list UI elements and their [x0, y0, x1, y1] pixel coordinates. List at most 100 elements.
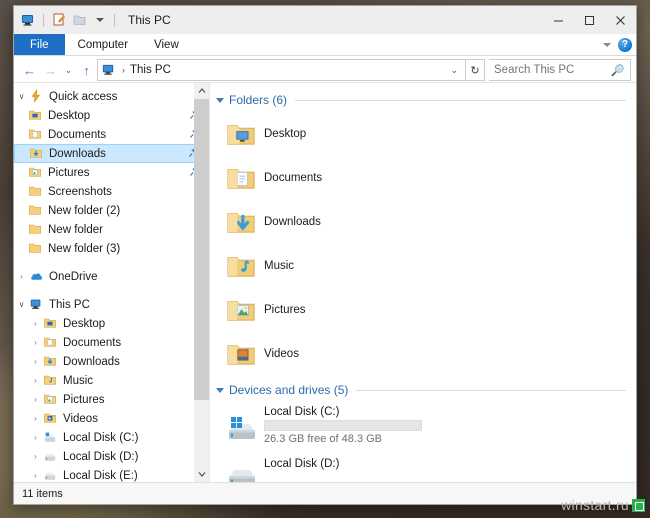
- folder-tile-downloads[interactable]: Downloads: [224, 201, 442, 243]
- back-button[interactable]: ←: [19, 59, 40, 81]
- up-button[interactable]: ↑: [76, 59, 97, 81]
- twisty-icon[interactable]: ›: [28, 433, 43, 442]
- refresh-button[interactable]: ↻: [466, 59, 485, 81]
- folder-tile-music[interactable]: Music: [224, 245, 442, 287]
- sidebar-item-quick-access[interactable]: ∨ Quick access: [14, 87, 209, 106]
- twisty-icon[interactable]: ›: [28, 357, 43, 366]
- sidebar-item-documents-qa[interactable]: Documents: [14, 125, 209, 144]
- sidebar-item-local-disk-d[interactable]: › Local Disk (D:): [14, 447, 209, 466]
- search-input[interactable]: [494, 64, 612, 76]
- minimize-button[interactable]: [543, 6, 574, 34]
- folder-pictures-icon: [224, 295, 258, 325]
- scrollbar-thumb[interactable]: [194, 99, 209, 400]
- folders-group-title: Folders (6): [229, 93, 288, 107]
- sidebar-item-new-folder-2[interactable]: New folder (2): [14, 201, 209, 220]
- navigation-scrollbar[interactable]: [194, 83, 209, 482]
- sidebar-item-this-pc[interactable]: ∨ This PC: [14, 295, 209, 314]
- nav-gap-1: [14, 258, 209, 267]
- sidebar-label: New folder (2): [48, 204, 121, 217]
- tab-file[interactable]: File: [14, 34, 65, 55]
- sidebar-label: Desktop: [48, 109, 91, 122]
- sidebar-item-desktop-qa[interactable]: Desktop: [14, 106, 209, 125]
- folder-documents-icon: [43, 335, 59, 351]
- drives-group-header[interactable]: Devices and drives (5): [210, 381, 636, 399]
- navigation-tree: ∨ Quick access Desktop Documents Downloa…: [14, 83, 209, 482]
- sidebar-item-new-folder[interactable]: New folder: [14, 220, 209, 239]
- maximize-button[interactable]: [574, 6, 605, 34]
- properties-icon[interactable]: [51, 12, 67, 28]
- recent-locations-button[interactable]: ⌄: [61, 59, 76, 81]
- window-title: This PC: [128, 13, 171, 27]
- folder-icon: [28, 241, 44, 257]
- forward-button[interactable]: →: [40, 59, 61, 81]
- this-pc-icon[interactable]: [20, 12, 36, 28]
- address-dropdown-caret-icon[interactable]: ⌄: [450, 65, 462, 76]
- drive-icon: [43, 468, 59, 483]
- folder-documents-icon: [28, 127, 44, 143]
- folder-tile-pictures[interactable]: Pictures: [224, 289, 442, 331]
- sidebar-item-documents-pc[interactable]: › Documents: [14, 333, 209, 352]
- sidebar-item-music[interactable]: › Music: [14, 371, 209, 390]
- sidebar-label: Pictures: [63, 393, 105, 406]
- sidebar-item-videos[interactable]: › Videos: [14, 409, 209, 428]
- close-button[interactable]: [605, 6, 636, 34]
- folder-icon: [28, 184, 44, 200]
- customize-qat-caret-icon[interactable]: [96, 18, 104, 22]
- twisty-icon[interactable]: ›: [28, 319, 43, 328]
- twisty-icon[interactable]: ›: [28, 471, 43, 480]
- sidebar-item-new-folder-3[interactable]: New folder (3): [14, 239, 209, 258]
- breadcrumb-this-pc-icon: [101, 62, 117, 78]
- address-bar[interactable]: › This PC ⌄: [97, 59, 466, 81]
- folders-tile-grid: Desktop Documents Downloads Music Pictur…: [210, 113, 636, 377]
- sidebar-label: Documents: [48, 128, 107, 141]
- search-icon[interactable]: 🔍: [611, 64, 625, 77]
- twisty-icon[interactable]: ›: [28, 338, 43, 347]
- drive-tile-local-disk-c[interactable]: Local Disk (C:) 26.3 GB free of 48.3 GB: [224, 403, 442, 445]
- tab-computer[interactable]: Computer: [65, 34, 142, 55]
- twisty-icon[interactable]: ∨: [14, 92, 29, 101]
- tab-view[interactable]: View: [141, 34, 192, 55]
- sidebar-item-downloads-qa[interactable]: Downloads: [14, 144, 209, 163]
- folder-pictures-icon: [28, 165, 44, 181]
- sidebar-item-desktop-pc[interactable]: › Desktop: [14, 314, 209, 333]
- search-box[interactable]: 🔍: [489, 59, 631, 81]
- sidebar-label: Local Disk (D:): [63, 450, 139, 463]
- capacity-bar: [264, 420, 422, 431]
- new-folder-icon[interactable]: [72, 12, 88, 28]
- sidebar-item-local-disk-e[interactable]: › Local Disk (E:): [14, 466, 209, 482]
- folder-documents-icon: [224, 163, 258, 193]
- twisty-icon[interactable]: ∨: [14, 300, 29, 309]
- drive-icon: [43, 449, 59, 465]
- folder-desktop-icon: [224, 119, 258, 149]
- twisty-icon[interactable]: ›: [14, 272, 29, 281]
- sidebar-item-pictures-qa[interactable]: Pictures: [14, 163, 209, 182]
- twisty-icon[interactable]: ›: [28, 376, 43, 385]
- scroll-down-arrow-icon[interactable]: [194, 466, 209, 482]
- drive-label: Local Disk (C:): [264, 406, 340, 418]
- chevron-down-icon[interactable]: [603, 43, 611, 47]
- folder-downloads-icon: [224, 207, 258, 237]
- twisty-icon[interactable]: ›: [28, 395, 43, 404]
- folder-tile-videos[interactable]: Videos: [224, 333, 442, 375]
- content-pane[interactable]: Folders (6) Desktop Documents Downloads …: [210, 83, 636, 482]
- breadcrumb-this-pc[interactable]: This PC: [130, 64, 171, 76]
- collapse-triangle-icon[interactable]: [216, 97, 224, 103]
- sidebar-item-local-disk-c[interactable]: › Local Disk (C:): [14, 428, 209, 447]
- collapse-triangle-icon[interactable]: [216, 387, 224, 393]
- twisty-icon[interactable]: ›: [28, 452, 43, 461]
- navigation-pane: ∨ Quick access Desktop Documents Downloa…: [14, 83, 210, 482]
- sidebar-item-pictures-pc[interactable]: › Pictures: [14, 390, 209, 409]
- folders-group-header[interactable]: Folders (6): [210, 91, 636, 109]
- help-icon[interactable]: ?: [618, 38, 632, 52]
- sidebar-item-downloads-pc[interactable]: › Downloads: [14, 352, 209, 371]
- sidebar-item-screenshots[interactable]: Screenshots: [14, 182, 209, 201]
- folder-downloads-icon: [29, 146, 45, 162]
- twisty-icon[interactable]: ›: [28, 414, 43, 423]
- qat-separator: [43, 13, 44, 27]
- sidebar-item-onedrive[interactable]: › OneDrive: [14, 267, 209, 286]
- scrollbar-track[interactable]: [194, 99, 209, 466]
- scroll-up-arrow-icon[interactable]: [194, 83, 209, 99]
- drive-tile-local-disk-d[interactable]: Local Disk (D:): [224, 449, 442, 482]
- folder-tile-documents[interactable]: Documents: [224, 157, 442, 199]
- folder-tile-desktop[interactable]: Desktop: [224, 113, 442, 155]
